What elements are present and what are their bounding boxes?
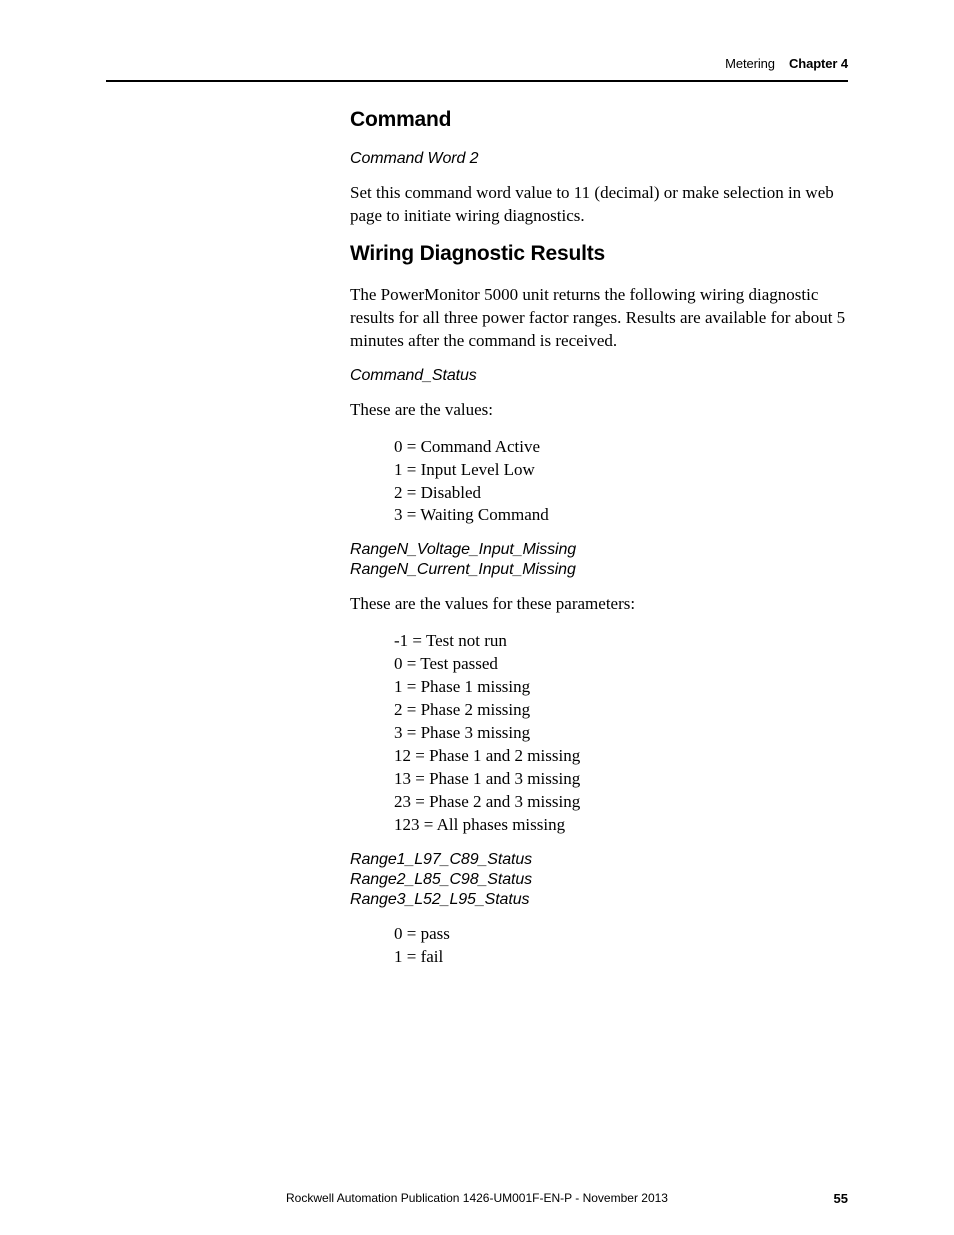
subheading-range1-status: Range1_L97_C89_Status [350, 851, 848, 869]
body-command: Set this command word value to 11 (decim… [350, 182, 848, 228]
values-command-status: 0 = Command Active 1 = Input Level Low 2… [394, 436, 848, 528]
document-page: Metering Chapter 4 Command Command Word … [0, 0, 954, 1235]
value-line: 1 = fail [394, 946, 848, 969]
running-head-chapter: Chapter 4 [789, 56, 848, 71]
subheading-command-status: Command_Status [350, 367, 848, 385]
value-line: 2 = Disabled [394, 482, 848, 505]
value-line: 13 = Phase 1 and 3 missing [394, 768, 848, 791]
value-line: 0 = pass [394, 923, 848, 946]
values-rangen: -1 = Test not run 0 = Test passed 1 = Ph… [394, 630, 848, 836]
subheading-rangen-current: RangeN_Current_Input_Missing [350, 561, 848, 579]
lead-command-status: These are the values: [350, 399, 848, 422]
value-line: 2 = Phase 2 missing [394, 699, 848, 722]
value-line: 0 = Test passed [394, 653, 848, 676]
running-head-section: Metering [725, 56, 775, 71]
subheading-command-word: Command Word 2 [350, 150, 848, 168]
body-wiring-intro: The PowerMonitor 5000 unit returns the f… [350, 284, 848, 353]
value-line: 3 = Waiting Command [394, 504, 848, 527]
footer-page-number: 55 [834, 1191, 848, 1206]
section-title-command: Command [350, 108, 848, 132]
section-title-wiring: Wiring Diagnostic Results [350, 242, 848, 266]
value-line: 3 = Phase 3 missing [394, 722, 848, 745]
header-rule [106, 80, 848, 82]
value-line: 123 = All phases missing [394, 814, 848, 837]
value-line: 1 = Phase 1 missing [394, 676, 848, 699]
footer-publication: Rockwell Automation Publication 1426-UM0… [106, 1191, 848, 1205]
value-line: 23 = Phase 2 and 3 missing [394, 791, 848, 814]
running-head: Metering Chapter 4 [725, 56, 848, 71]
value-line: -1 = Test not run [394, 630, 848, 653]
values-range-status: 0 = pass 1 = fail [394, 923, 848, 969]
value-line: 0 = Command Active [394, 436, 848, 459]
subheading-rangen-voltage: RangeN_Voltage_Input_Missing [350, 541, 848, 559]
subheading-range2-status: Range2_L85_C98_Status [350, 871, 848, 889]
subheading-range3-status: Range3_L52_L95_Status [350, 891, 848, 909]
lead-rangen: These are the values for these parameter… [350, 593, 848, 616]
value-line: 1 = Input Level Low [394, 459, 848, 482]
main-content: Command Command Word 2 Set this command … [350, 108, 848, 983]
value-line: 12 = Phase 1 and 2 missing [394, 745, 848, 768]
